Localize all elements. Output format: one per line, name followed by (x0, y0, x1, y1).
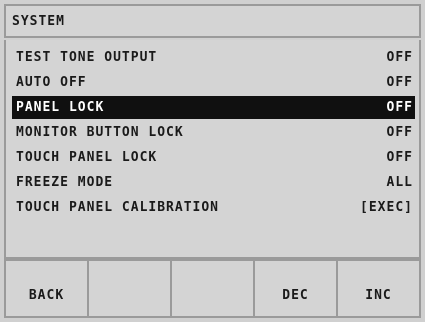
menu-item-label: PANEL LOCK (16, 100, 105, 115)
menu-item-value: OFF (386, 75, 413, 90)
menu-item-label: FREEZE MODE (16, 175, 114, 190)
back-button[interactable]: BACK (6, 261, 89, 316)
menu-item-label: TOUCH PANEL LOCK (16, 150, 158, 165)
menu-item-auto-off[interactable]: AUTO OFF OFF (12, 71, 415, 94)
menu-item-freeze-mode[interactable]: FREEZE MODE ALL (12, 171, 415, 194)
page-title: SYSTEM (12, 13, 65, 29)
menu-item-value: [EXEC] (360, 200, 413, 215)
menu-item-label: AUTO OFF (16, 75, 87, 90)
dec-button[interactable]: DEC (255, 261, 338, 316)
menu-item-label: TOUCH PANEL CALIBRATION (16, 200, 220, 215)
menu-item-value: OFF (386, 150, 413, 165)
soft-button-2[interactable] (89, 261, 172, 316)
menu-item-value: OFF (386, 100, 413, 115)
menu-item-value: OFF (386, 125, 413, 140)
system-menu-screen: SYSTEM TEST TONE OUTPUT OFF AUTO OFF OFF… (0, 0, 425, 322)
menu-item-label: TEST TONE OUTPUT (16, 50, 158, 65)
title-bar: SYSTEM (4, 4, 421, 38)
menu-item-touch-panel-calibration[interactable]: TOUCH PANEL CALIBRATION [EXEC] (12, 196, 415, 219)
menu-item-value: ALL (386, 175, 413, 190)
inc-button[interactable]: INC (338, 261, 419, 316)
menu-item-label: MONITOR BUTTON LOCK (16, 125, 184, 140)
menu-item-panel-lock[interactable]: PANEL LOCK OFF (12, 96, 415, 119)
menu-item-touch-panel-lock[interactable]: TOUCH PANEL LOCK OFF (12, 146, 415, 169)
menu-item-test-tone-output[interactable]: TEST TONE OUTPUT OFF (12, 46, 415, 69)
settings-list: TEST TONE OUTPUT OFF AUTO OFF OFF PANEL … (4, 40, 421, 259)
menu-item-value: OFF (386, 50, 413, 65)
menu-item-monitor-button-lock[interactable]: MONITOR BUTTON LOCK OFF (12, 121, 415, 144)
soft-button-3[interactable] (172, 261, 255, 316)
soft-button-bar: BACK DEC INC (4, 259, 421, 318)
